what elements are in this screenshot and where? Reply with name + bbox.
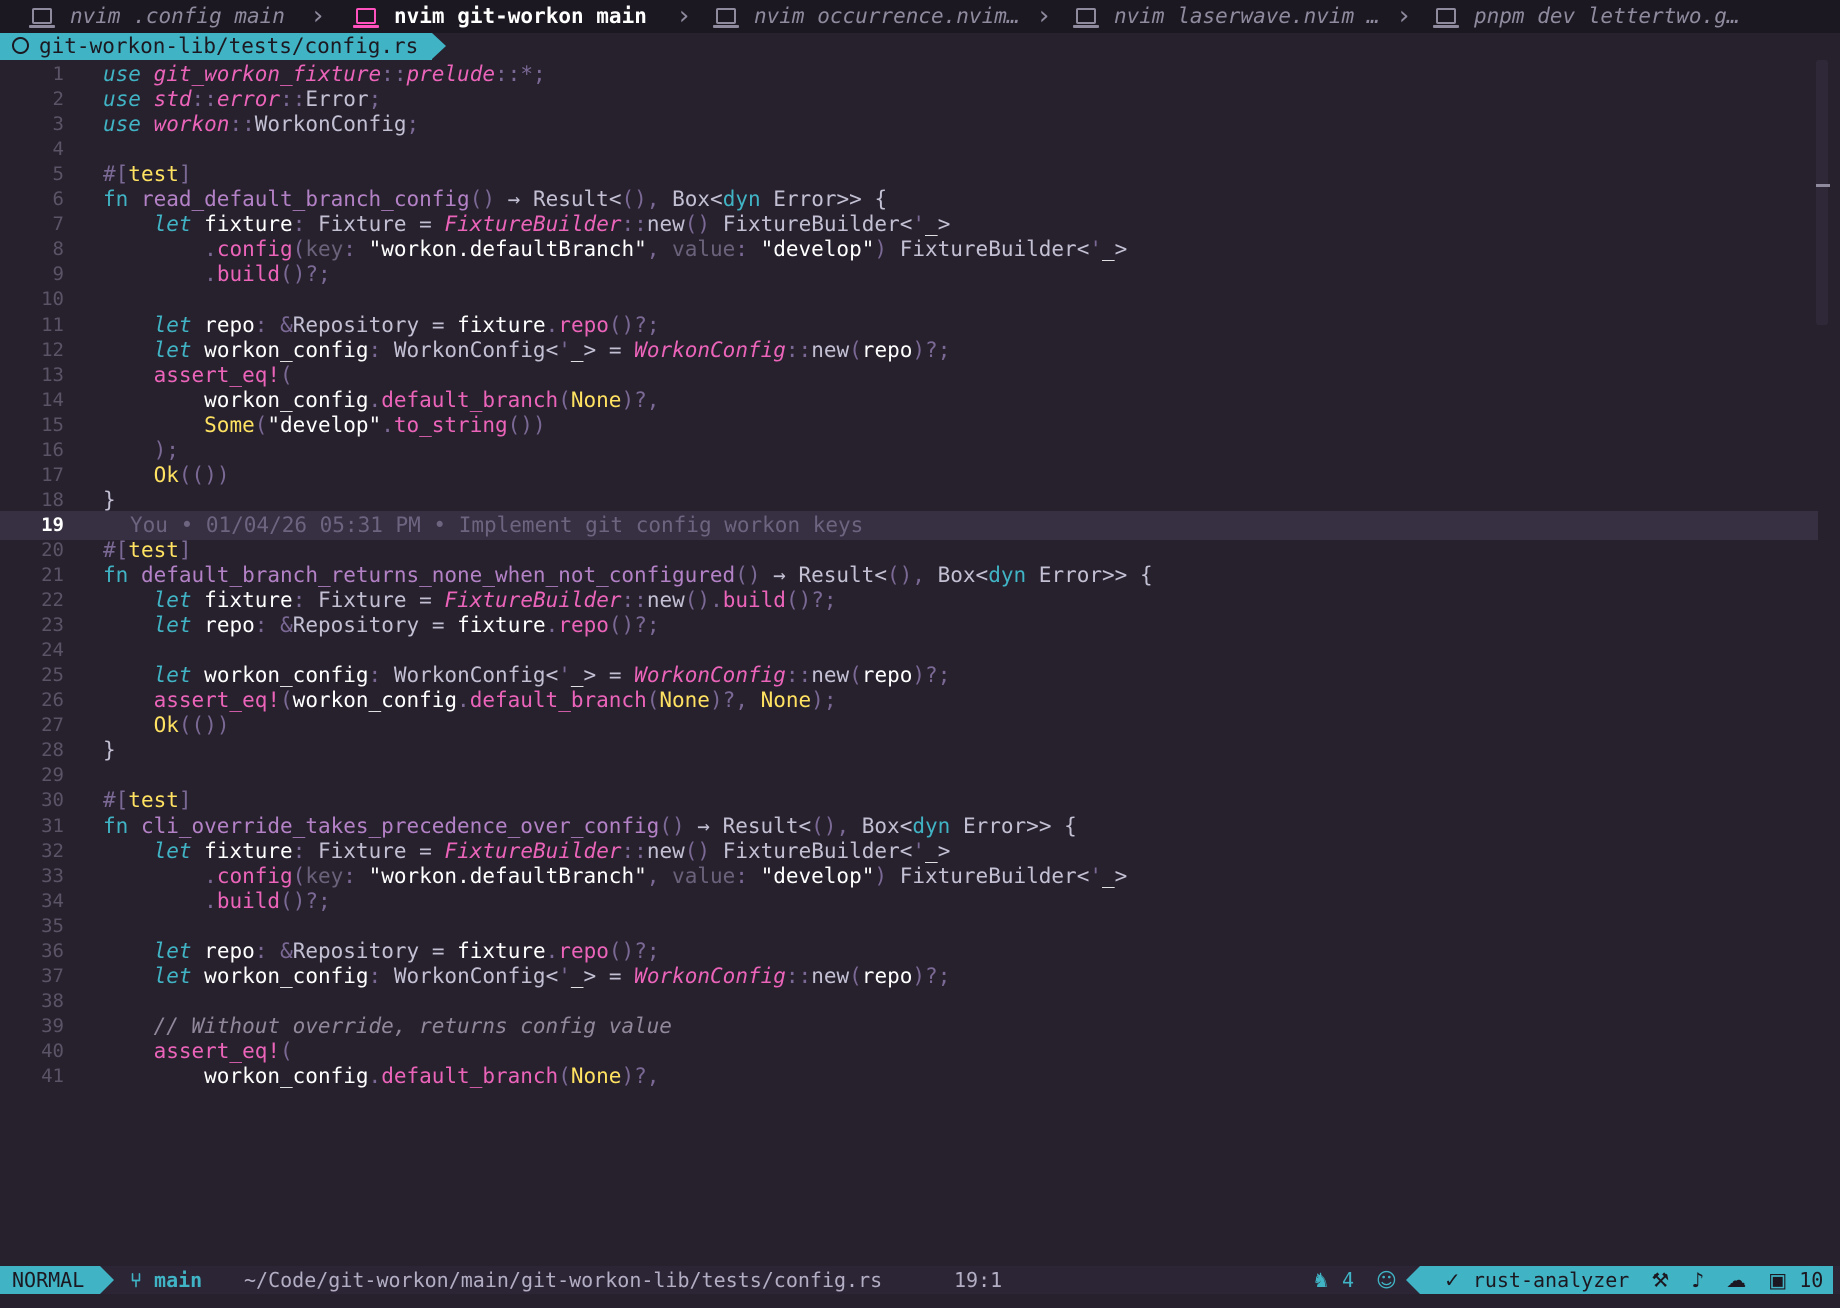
bell-icon: ♪ xyxy=(1691,1268,1705,1292)
file-path: ~/Code/git-workon/main/git-workon-lib/te… xyxy=(244,1268,883,1292)
git-branch-icon: ⑂ xyxy=(130,1268,142,1292)
tab-separator: › xyxy=(1396,1,1412,31)
terminal-icon xyxy=(353,8,379,28)
box-icon: ▣ xyxy=(1768,1268,1788,1292)
tab-separator: › xyxy=(676,1,692,31)
lsp-status[interactable]: ✓ rust-analyzer ⚒ ♪ ☁ ▣ 10 xyxy=(1405,1266,1834,1294)
terminal-icon xyxy=(1433,8,1459,28)
winbar-file-path: git-workon-lib/tests/config.rs xyxy=(39,34,419,58)
tab-pnpm-dev[interactable]: pnpm dev lettertwo.g… xyxy=(1433,0,1740,33)
tab-separator: › xyxy=(310,1,326,31)
terminal-icon xyxy=(713,8,739,28)
line-number: 41 xyxy=(41,1065,64,1087)
git-branch[interactable]: ⑂ main xyxy=(130,1266,202,1294)
tab-git-workon[interactable]: nvim git-workon main xyxy=(353,0,647,33)
check-icon: ✓ xyxy=(1444,1268,1461,1292)
mode-indicator: NORMAL xyxy=(0,1266,115,1294)
copilot-icon[interactable]: ☺ xyxy=(1376,1266,1397,1294)
github-icon xyxy=(12,37,29,54)
git-branch-name: main xyxy=(154,1268,203,1292)
statusline: NORMAL ⑂ main ~/Code/git-workon/main/git… xyxy=(0,1266,1840,1294)
scrollbar-cursor-mark xyxy=(1816,184,1830,187)
lsp-name: rust-analyzer xyxy=(1472,1268,1630,1292)
copilot-status[interactable]: ♞ 4 xyxy=(1312,1266,1354,1294)
code-editor[interactable]: 1 use git_workon_fixture::prelude::*; 2 use… xyxy=(0,60,1840,1266)
winbar: git-workon-lib/tests/config.rs xyxy=(0,33,1840,60)
winbar-file[interactable]: git-workon-lib/tests/config.rs xyxy=(0,33,447,60)
tab-label: nvim git-workon main xyxy=(394,4,647,28)
code-text: workon_config.default_branch(None)?, xyxy=(204,1064,660,1088)
scrollbar[interactable] xyxy=(1816,60,1828,325)
brush-icon: ⚒ xyxy=(1651,1268,1670,1292)
tab-label: nvim .config main xyxy=(70,4,285,28)
terminal-icon xyxy=(1073,8,1099,28)
copilot-count: 4 xyxy=(1341,1268,1355,1292)
tab-config[interactable]: nvim .config main xyxy=(29,0,285,33)
tab-separator: › xyxy=(1036,1,1052,31)
tmux-tab-bar: nvim .config main › nvim git-workon main… xyxy=(0,0,1840,33)
tab-occurrence[interactable]: nvim occurrence.nvim… xyxy=(713,0,1020,33)
cursor-position: 19:1 xyxy=(954,1268,1003,1292)
cloud-icon: ☁ xyxy=(1726,1268,1747,1292)
robot-icon: ♞ xyxy=(1312,1268,1330,1292)
tab-label: nvim occurrence.nvim… xyxy=(754,4,1020,28)
terminal-icon xyxy=(29,8,55,28)
tab-label: nvim laserwave.nvim … xyxy=(1114,4,1380,28)
command-line[interactable] xyxy=(0,1294,1840,1308)
code-line[interactable]: 41 workon_config.default_branch(None)?, xyxy=(0,1062,1818,1091)
tab-laserwave[interactable]: nvim laserwave.nvim … xyxy=(1073,0,1380,33)
status-count: 10 xyxy=(1799,1268,1824,1292)
tab-label: pnpm dev lettertwo.g… xyxy=(1474,4,1740,28)
